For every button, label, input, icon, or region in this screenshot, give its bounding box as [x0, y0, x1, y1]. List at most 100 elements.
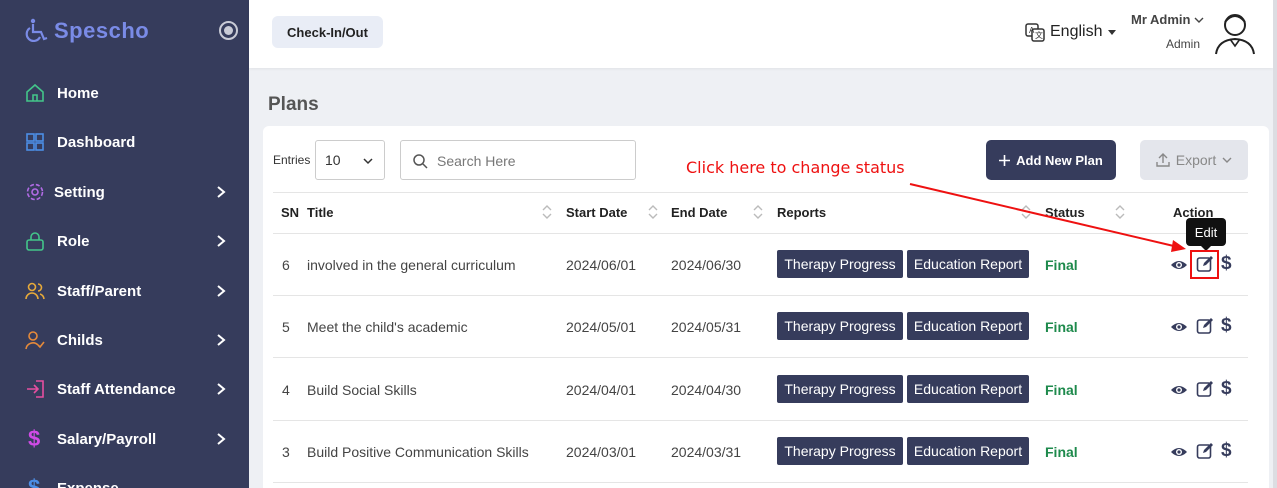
column-header-end-date[interactable]: End Date — [671, 205, 727, 220]
column-header-reports[interactable]: Reports — [777, 205, 826, 220]
row-start-date: 2024/05/01 — [566, 319, 637, 335]
caret-down-icon — [1108, 30, 1117, 35]
dollar-icon: $ — [28, 475, 41, 488]
sort-icon[interactable] — [648, 204, 658, 220]
plus-icon — [999, 154, 1011, 166]
sidebar-item-childs[interactable]: Childs — [0, 320, 249, 360]
row-start-date: 2024/06/01 — [566, 257, 637, 273]
therapy-progress-button[interactable]: Therapy Progress — [777, 312, 903, 340]
education-report-button[interactable]: Education Report — [907, 375, 1029, 403]
sort-icon[interactable] — [1021, 204, 1031, 220]
avatar[interactable] — [1212, 8, 1258, 56]
child-icon — [25, 331, 45, 350]
sidebar-item-label: Expense — [57, 479, 119, 488]
chevron-right-icon — [217, 383, 226, 395]
sidebar: Spescho Home Dashboard Setting Role Staf… — [0, 0, 249, 488]
language-label: English — [1050, 23, 1103, 40]
sidebar-item-dashboard[interactable]: Dashboard — [0, 122, 249, 162]
sidebar-item-role[interactable]: Role — [0, 221, 249, 261]
row-title: Meet the child's academic — [307, 319, 468, 335]
add-new-plan-label: Add New Plan — [1016, 152, 1103, 168]
user-name[interactable]: Mr Admin — [1131, 12, 1204, 27]
status-badge: Final — [1045, 444, 1078, 460]
sidebar-item-staff-parent[interactable]: Staff/Parent — [0, 271, 249, 311]
therapy-progress-button[interactable]: Therapy Progress — [777, 250, 903, 278]
column-header-sn[interactable]: SN — [281, 205, 299, 220]
sidebar-item-expense[interactable]: $ Expense — [0, 468, 249, 488]
add-new-plan-button[interactable]: Add New Plan — [986, 140, 1116, 180]
therapy-progress-button[interactable]: Therapy Progress — [777, 437, 903, 465]
row-divider — [273, 482, 1248, 483]
chevron-right-icon — [217, 285, 226, 297]
sidebar-item-label: Setting — [54, 183, 105, 201]
status-badge: Final — [1045, 382, 1078, 398]
chevron-right-icon — [217, 186, 226, 198]
payment-button[interactable]: $ — [1221, 440, 1232, 462]
sidebar-item-setting[interactable]: Setting — [0, 172, 249, 212]
dollar-icon: $ — [28, 426, 41, 451]
row-sn: 6 — [282, 257, 290, 273]
column-header-title[interactable]: Title — [307, 205, 334, 220]
eye-icon[interactable] — [1170, 256, 1188, 274]
row-start-date: 2024/03/01 — [566, 444, 637, 460]
education-report-button[interactable]: Education Report — [907, 312, 1029, 340]
eye-icon[interactable] — [1170, 381, 1188, 399]
row-end-date: 2024/04/30 — [671, 382, 742, 398]
annotation-highlight-box — [1190, 250, 1219, 279]
entries-value: 10 — [325, 152, 341, 168]
row-divider — [273, 357, 1248, 358]
edit-icon[interactable] — [1196, 317, 1214, 335]
translate-icon: A文 — [1025, 23, 1045, 42]
language-selector[interactable]: A文 English — [1025, 22, 1117, 42]
chevron-down-icon — [363, 158, 373, 165]
payment-button[interactable]: $ — [1221, 253, 1232, 275]
scrollbar[interactable] — [1273, 0, 1277, 488]
eye-icon[interactable] — [1170, 318, 1188, 336]
gear-icon — [26, 183, 44, 201]
sidebar-item-label: Childs — [57, 331, 103, 349]
sidebar-item-home[interactable]: Home — [0, 73, 249, 113]
sidebar-item-salary-payroll[interactable]: $ Salary/Payroll — [0, 419, 249, 459]
sort-icon[interactable] — [542, 204, 552, 220]
entries-select[interactable]: 10 — [315, 140, 385, 180]
row-start-date: 2024/04/01 — [566, 382, 637, 398]
edit-icon[interactable] — [1196, 380, 1214, 398]
sort-icon[interactable] — [1115, 204, 1125, 220]
edit-tooltip: Edit — [1186, 218, 1226, 251]
brand-logo[interactable]: Spescho — [24, 18, 149, 44]
column-header-start-date[interactable]: Start Date — [566, 205, 627, 220]
brand-name: Spescho — [54, 18, 150, 43]
export-button[interactable]: Export — [1140, 140, 1248, 180]
sort-icon[interactable] — [753, 204, 763, 220]
wheelchair-icon — [25, 18, 48, 42]
sidebar-toggle-button[interactable] — [219, 21, 238, 40]
row-title: involved in the general curriculum — [307, 257, 516, 273]
therapy-progress-button[interactable]: Therapy Progress — [777, 375, 903, 403]
column-header-status[interactable]: Status — [1045, 205, 1085, 220]
table-top-border — [273, 192, 1248, 193]
entries-label: Entries — [273, 153, 311, 167]
payment-button[interactable]: $ — [1221, 315, 1232, 337]
payment-button[interactable]: $ — [1221, 378, 1232, 400]
education-report-button[interactable]: Education Report — [907, 250, 1029, 278]
check-in-out-button[interactable]: Check-In/Out — [272, 16, 383, 48]
sidebar-item-staff-attendance[interactable]: Staff Attendance — [0, 369, 249, 409]
eye-icon[interactable] — [1170, 443, 1188, 461]
edit-icon[interactable] — [1196, 442, 1214, 460]
lock-icon — [26, 232, 44, 251]
chevron-down-icon — [1194, 17, 1204, 23]
user-name-label: Mr Admin — [1131, 12, 1191, 27]
table-header-border — [273, 233, 1248, 234]
row-end-date: 2024/03/31 — [671, 444, 742, 460]
sidebar-item-label: Role — [57, 232, 90, 250]
upload-icon — [1156, 153, 1170, 167]
grid-icon — [26, 133, 44, 151]
education-report-button[interactable]: Education Report — [907, 437, 1029, 465]
sidebar-item-label: Staff/Parent — [57, 282, 142, 300]
chevron-down-icon — [1222, 157, 1232, 163]
user-role: Admin — [1166, 37, 1201, 51]
sidebar-item-label: Staff Attendance — [57, 380, 176, 398]
row-title: Build Positive Communication Skills — [307, 444, 529, 460]
search-input[interactable] — [437, 151, 627, 171]
search-box[interactable] — [400, 140, 636, 180]
